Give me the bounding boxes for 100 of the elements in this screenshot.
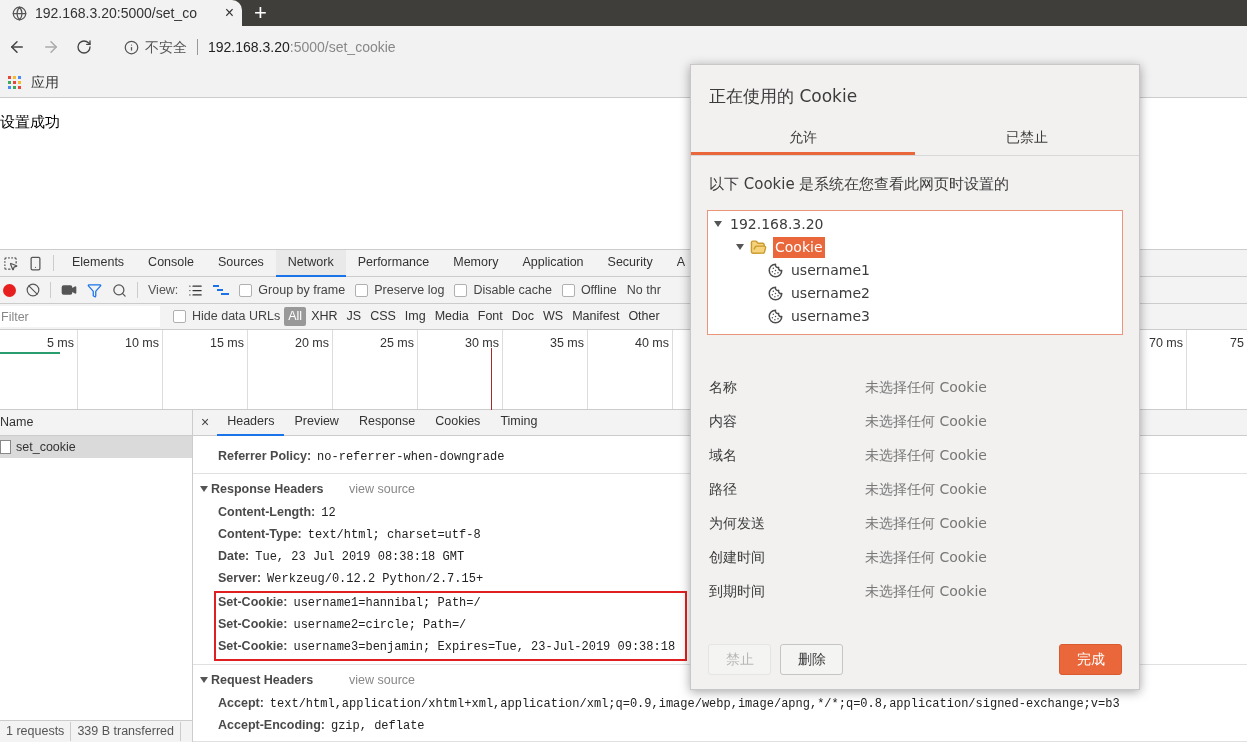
tree-item[interactable]: username2: [789, 282, 872, 304]
list-view-icon[interactable]: [188, 282, 204, 298]
header-name: Set-Cookie:: [218, 616, 288, 633]
expand-triangle-icon[interactable]: [714, 220, 722, 228]
header-value: username3=benjamin; Expires=Tue, 23-Jul-2019 09:38:18: [293, 639, 676, 656]
close-detail-button[interactable]: ×: [193, 412, 218, 433]
view-label: View:: [148, 281, 179, 299]
type-filter-button[interactable]: XHR: [307, 307, 342, 326]
waterfall-icon[interactable]: [213, 284, 230, 296]
checkbox[interactable]: [561, 283, 575, 297]
tree-item[interactable]: username1: [789, 259, 872, 281]
camera-icon[interactable]: [61, 282, 77, 298]
header-value: Tue, 23 Jul 2019 08:38:18 GMT: [255, 549, 465, 566]
checkbox-label[interactable]: Disable cache: [473, 280, 552, 300]
expand-triangle-icon[interactable]: [736, 243, 744, 251]
detail-tab[interactable]: Preview: [284, 410, 349, 436]
device-icon[interactable]: [28, 255, 43, 271]
section-toggle-icon[interactable]: [200, 676, 208, 684]
detail-tab[interactable]: Response: [348, 410, 426, 436]
header-value: no-referrer-when-downgrade: [317, 449, 505, 466]
detail-tab[interactable]: Timing: [490, 410, 548, 436]
devtools-tab[interactable]: A: [664, 249, 698, 277]
type-filter-button[interactable]: Media: [430, 307, 473, 326]
dialog-tab[interactable]: 已禁止: [915, 123, 1139, 155]
header-value: text/html; charset=utf-8: [307, 527, 481, 544]
header-name: Accept:: [218, 695, 264, 712]
dialog-button[interactable]: 删除: [780, 644, 843, 675]
dialog-tab[interactable]: 允许: [691, 123, 915, 155]
column-header[interactable]: Name: [0, 410, 192, 436]
devtools-tab[interactable]: Network: [275, 249, 346, 277]
devtools-tab[interactable]: Security: [595, 249, 665, 277]
tree-item[interactable]: username3: [789, 305, 872, 327]
type-filter-button[interactable]: WS: [539, 307, 568, 326]
detail-tab[interactable]: Headers: [217, 410, 285, 436]
checkbox-label[interactable]: Group by frame: [258, 280, 346, 300]
field-value: 未选择任何 Cookie: [865, 514, 987, 533]
clear-icon[interactable]: [26, 283, 40, 297]
new-tab-button[interactable]: +: [254, 2, 267, 24]
folder-icon: [750, 238, 767, 256]
header-name: Set-Cookie:: [218, 594, 288, 611]
bookmark-link[interactable]: 应用: [31, 72, 59, 93]
tick-label: 5 ms: [46, 336, 74, 350]
field-label: 到期时间: [709, 582, 766, 601]
cookie-icon: [768, 308, 783, 324]
back-icon[interactable]: [8, 38, 26, 56]
devtools-tab[interactable]: Performance: [345, 249, 442, 277]
checkbox[interactable]: [239, 283, 253, 297]
search-icon[interactable]: [112, 282, 127, 298]
cookie-icon: [768, 285, 783, 301]
type-filter-button[interactable]: JS: [342, 307, 366, 326]
section-title[interactable]: Response Headers: [211, 479, 346, 499]
section-toggle-icon[interactable]: [200, 485, 208, 493]
tick-label: 25 ms: [379, 336, 414, 350]
tab-title: 192.168.3.20:5000/set_co: [35, 3, 198, 23]
load-marker: [491, 348, 492, 410]
checkbox[interactable]: [355, 283, 369, 297]
close-tab-button[interactable]: ×: [224, 1, 234, 25]
devtools-tab[interactable]: Console: [136, 249, 206, 277]
filter-icon[interactable]: [87, 282, 102, 298]
devtools-tab[interactable]: Sources: [206, 249, 276, 277]
checkbox-label[interactable]: Offline: [580, 280, 617, 300]
type-filter-button[interactable]: Manifest: [568, 307, 624, 326]
type-filter-button[interactable]: Img: [400, 307, 430, 326]
type-filter-button[interactable]: Other: [624, 307, 664, 326]
tick-label: 30 ms: [464, 336, 499, 350]
field-label: 为何发送: [709, 514, 766, 533]
record-button[interactable]: [3, 283, 16, 297]
info-icon[interactable]: [124, 39, 139, 55]
apps-grid-icon[interactable]: [8, 76, 21, 89]
header-value: username2=circle; Path=/: [293, 617, 467, 634]
checkbox[interactable]: [173, 310, 186, 323]
filter-field[interactable]: Filter: [0, 306, 160, 327]
globe-icon: [12, 5, 27, 21]
cookie-tree[interactable]: 192.168.3.20 Cookie username1 username2 username3: [707, 209, 1123, 335]
devtools-tab[interactable]: Memory: [441, 249, 511, 277]
request-row[interactable]: set_cookie: [0, 436, 192, 458]
view-source-link[interactable]: view source: [349, 670, 415, 690]
type-filter-button[interactable]: CSS: [366, 307, 400, 326]
url-text[interactable]: 192.168.3.20:5000/set_cookie: [208, 36, 396, 58]
detail-tab[interactable]: Cookies: [425, 410, 491, 436]
section-title[interactable]: Request Headers: [211, 670, 346, 690]
devtools-tab[interactable]: Elements: [60, 249, 137, 277]
type-filter-button[interactable]: Font: [473, 307, 507, 326]
security-label[interactable]: 不安全: [145, 36, 187, 58]
browser-tab[interactable]: 192.168.3.20:5000/set_co ×: [0, 0, 242, 26]
tick-label: 10 ms: [124, 336, 159, 350]
devtools-tab[interactable]: Application: [510, 249, 596, 277]
tick-label: 75: [1230, 336, 1244, 350]
checkbox-label[interactable]: Hide data URLs: [192, 307, 281, 326]
inspect-icon[interactable]: [3, 255, 18, 271]
throttling-dropdown[interactable]: No thr: [626, 280, 661, 300]
checkbox-label[interactable]: Preserve log: [374, 280, 445, 300]
reload-icon[interactable]: [76, 39, 92, 55]
tick-label: 15 ms: [209, 336, 244, 350]
tick-label: 20 ms: [294, 336, 329, 350]
header-name: Content-Length:: [218, 504, 316, 521]
checkbox[interactable]: [454, 283, 468, 297]
view-source-link[interactable]: view source: [349, 479, 415, 499]
type-filter-button[interactable]: Doc: [507, 307, 538, 326]
tree-item[interactable]: 192.168.3.20: [728, 213, 826, 235]
